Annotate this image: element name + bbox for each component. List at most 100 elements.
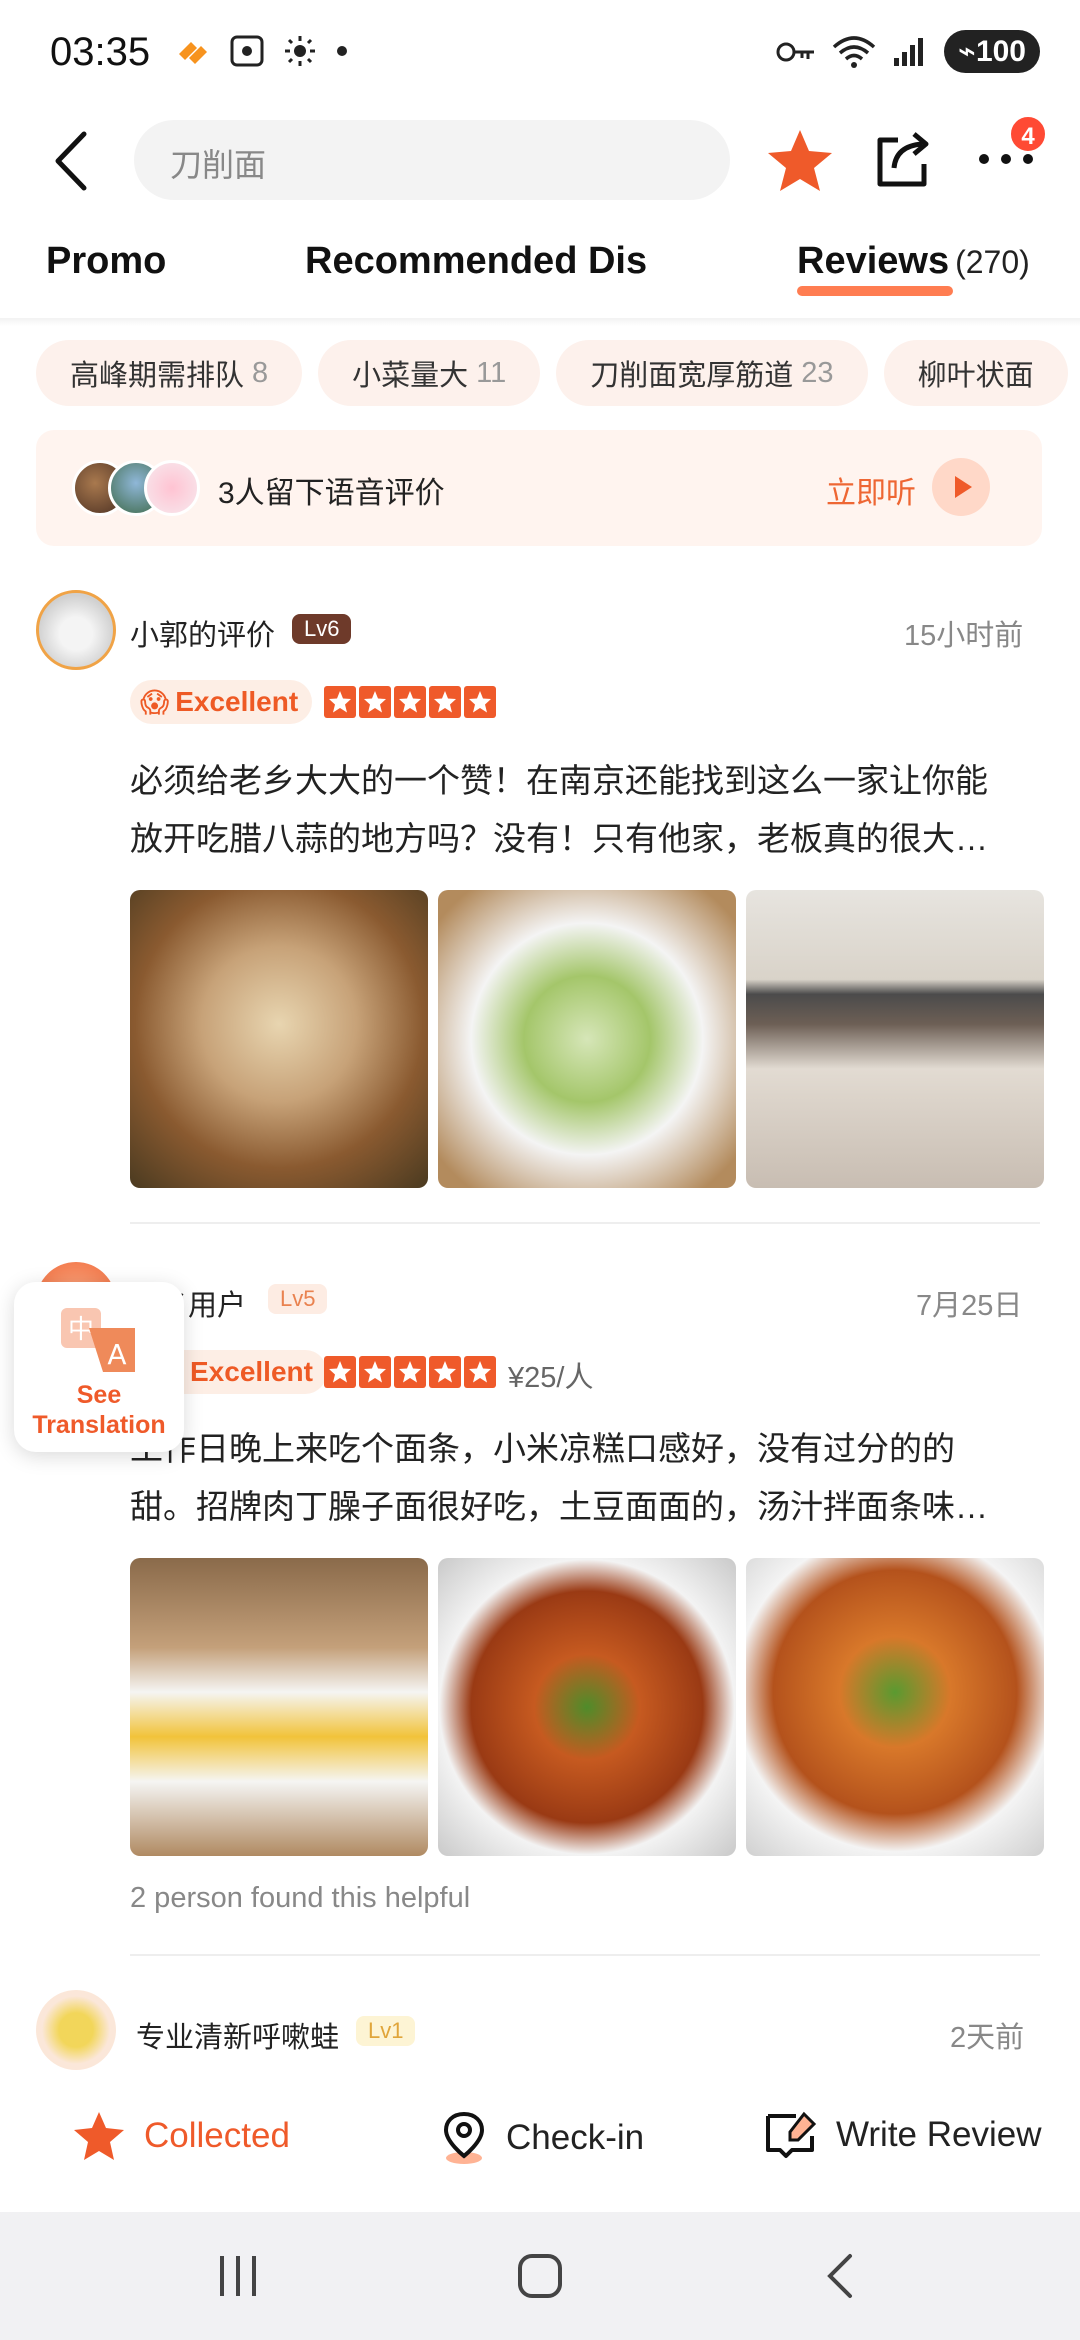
play-button[interactable]	[932, 458, 990, 516]
tag-chip-label: 柳叶状面	[917, 360, 1034, 392]
review-text[interactable]: 必须给老乡大大的一个赞！在南京还能找到这么一家让你能 放开吃腊八蒜的地方吗？没有…	[130, 752, 1050, 868]
user-level-badge: Lv1	[356, 2016, 416, 2046]
star-icon	[394, 686, 426, 718]
listen-now-link[interactable]: 立即听	[826, 468, 916, 512]
tag-chip[interactable]: 高峰期需排队 8	[36, 340, 303, 406]
key-icon	[776, 42, 814, 61]
battery-level: 100	[975, 35, 1026, 68]
review-photo-side-dish[interactable]	[438, 890, 736, 1188]
star-rating	[324, 1356, 496, 1388]
see-translation-label-line: Translation	[32, 1411, 166, 1439]
star-icon	[429, 1356, 461, 1388]
tag-chip-label: 小菜量大	[352, 360, 469, 392]
wifi-icon	[832, 35, 876, 68]
tag-chip[interactable]: 柳叶状面	[883, 340, 1068, 406]
review-photo-restaurant[interactable]	[746, 890, 1044, 1188]
header: 刀削面 4	[0, 110, 1080, 210]
review-time: 15小时前	[904, 620, 1024, 652]
reviewer-name[interactable]: 专业清新呼嗽蛙	[136, 2014, 339, 2056]
star-rating	[324, 686, 496, 718]
collected-button[interactable]: Collected	[72, 2110, 290, 2162]
star-icon	[464, 686, 496, 718]
tag-chip[interactable]: 小菜量大 11	[318, 340, 541, 406]
price-per-person: ¥25/人	[508, 1362, 594, 1394]
notification-badge: 4	[1008, 114, 1048, 154]
voice-avatars	[72, 460, 222, 516]
review-photo-potato-noodles[interactable]	[746, 1558, 1044, 1856]
review-divider	[130, 1222, 1040, 1224]
star-icon	[359, 686, 391, 718]
search-text: 刀削面	[170, 147, 267, 183]
review-text[interactable]: 工作日晚上来吃个面条，小米凉糕口感好，没有过分的的 甜。招牌肉丁臊子面很好吃，土…	[130, 1420, 1050, 1536]
star-icon	[359, 1356, 391, 1388]
avatar	[144, 460, 200, 516]
status-right-icons: ⌁100	[776, 30, 1040, 73]
share-icon[interactable]	[872, 126, 934, 192]
review-text-line: 放开吃腊八蒜的地方吗？没有！只有他家，老板真的很大…	[130, 820, 988, 857]
system-navigation-bar	[0, 2212, 1080, 2340]
review-divider	[130, 1954, 1040, 1956]
tab-promo[interactable]: Promo	[46, 240, 166, 283]
svg-text:A: A	[107, 1338, 126, 1371]
tab-bar: Promo Recommended Dis Reviews (270)	[0, 222, 1080, 312]
see-translation-button[interactable]: 中 A See Translation	[14, 1282, 184, 1452]
tab-recommended-dishes[interactable]: Recommended Dis	[305, 240, 667, 283]
play-icon	[955, 476, 972, 498]
tag-chip-count: 11	[476, 356, 507, 389]
star-icon	[394, 1356, 426, 1388]
star-filled-icon	[74, 2112, 124, 2160]
tag-chip-count: 8	[252, 356, 269, 389]
tabs-divider	[0, 318, 1080, 326]
see-translation-label-line: See	[76, 1381, 122, 1409]
review-photo-noodles[interactable]	[130, 890, 428, 1188]
tag-chip[interactable]: 刀削面宽厚筋道 23	[556, 340, 868, 406]
translate-icon: 中 A	[61, 1308, 135, 1372]
rating-label-text: Excellent	[175, 686, 299, 717]
review-photo-noodle-soup[interactable]	[438, 1558, 736, 1856]
check-in-label: Check-in	[506, 2118, 645, 2157]
user-level-badge: Lv5	[268, 1284, 328, 1314]
review-time: 7月25日	[916, 1290, 1023, 1322]
review-text-line: 甜。招牌肉丁臊子面很好吃，土豆面面的，汤汁拌面条味…	[130, 1488, 988, 1525]
tag-chip-count: 23	[801, 356, 834, 389]
tag-chip-label: 刀削面宽厚筋道	[590, 360, 794, 392]
write-review-label: Write Review	[836, 2115, 1042, 2154]
helpful-count: 2 person found this helpful	[130, 1882, 471, 1914]
home-icon[interactable]	[510, 2246, 570, 2306]
review-photo-millet-cake[interactable]	[130, 1558, 428, 1856]
review-text-line: 必须给老乡大大的一个赞！在南京还能找到这么一家让你能	[130, 762, 988, 799]
dot-icon	[337, 46, 347, 56]
signal-icon	[893, 37, 923, 66]
user-level-badge: Lv6	[292, 614, 352, 644]
write-review-button[interactable]: Write Review	[764, 2110, 1042, 2160]
voice-reviews-text: 3人留下语音评价	[218, 477, 445, 510]
location-pin-icon	[443, 2111, 485, 2164]
system-back-icon[interactable]	[812, 2246, 872, 2306]
check-in-button[interactable]: Check-in	[440, 2110, 644, 2166]
tag-chip-label: 高峰期需排队	[70, 360, 245, 392]
recent-apps-icon[interactable]	[208, 2246, 268, 2306]
star-icon	[324, 686, 356, 718]
tab-reviews[interactable]: Reviews (270)	[797, 240, 1030, 283]
star-icon	[464, 1356, 496, 1388]
app-notification-icon	[179, 42, 207, 64]
status-time: 03:35	[50, 30, 151, 74]
avatar[interactable]	[36, 1990, 116, 2070]
see-translation-label: See Translation	[14, 1380, 184, 1440]
active-tab-indicator	[797, 286, 953, 296]
favorite-star-icon[interactable]	[765, 126, 835, 196]
avatar[interactable]	[36, 590, 116, 670]
review-time: 2天前	[950, 2022, 1025, 2054]
back-button[interactable]	[44, 128, 104, 194]
battery-indicator: ⌁100	[943, 30, 1040, 73]
write-review-icon	[766, 2111, 817, 2158]
rating-label-text: Excellent	[190, 1356, 313, 1387]
star-icon	[324, 1356, 356, 1388]
rating-label: 😱 Excellent	[130, 680, 313, 724]
tab-reviews-count: (270)	[955, 244, 1030, 280]
review-tag-chips: 高峰期需排队 8 小菜量大 11 刀削面宽厚筋道 23 柳叶状面	[36, 340, 1080, 410]
voice-reviews-banner[interactable]: 3人留下语音评价 立即听	[36, 430, 1042, 546]
search-input[interactable]: 刀削面	[134, 120, 730, 200]
review-photos	[130, 1558, 1044, 1856]
reviewer-name[interactable]: 小郭的评价	[130, 612, 275, 654]
